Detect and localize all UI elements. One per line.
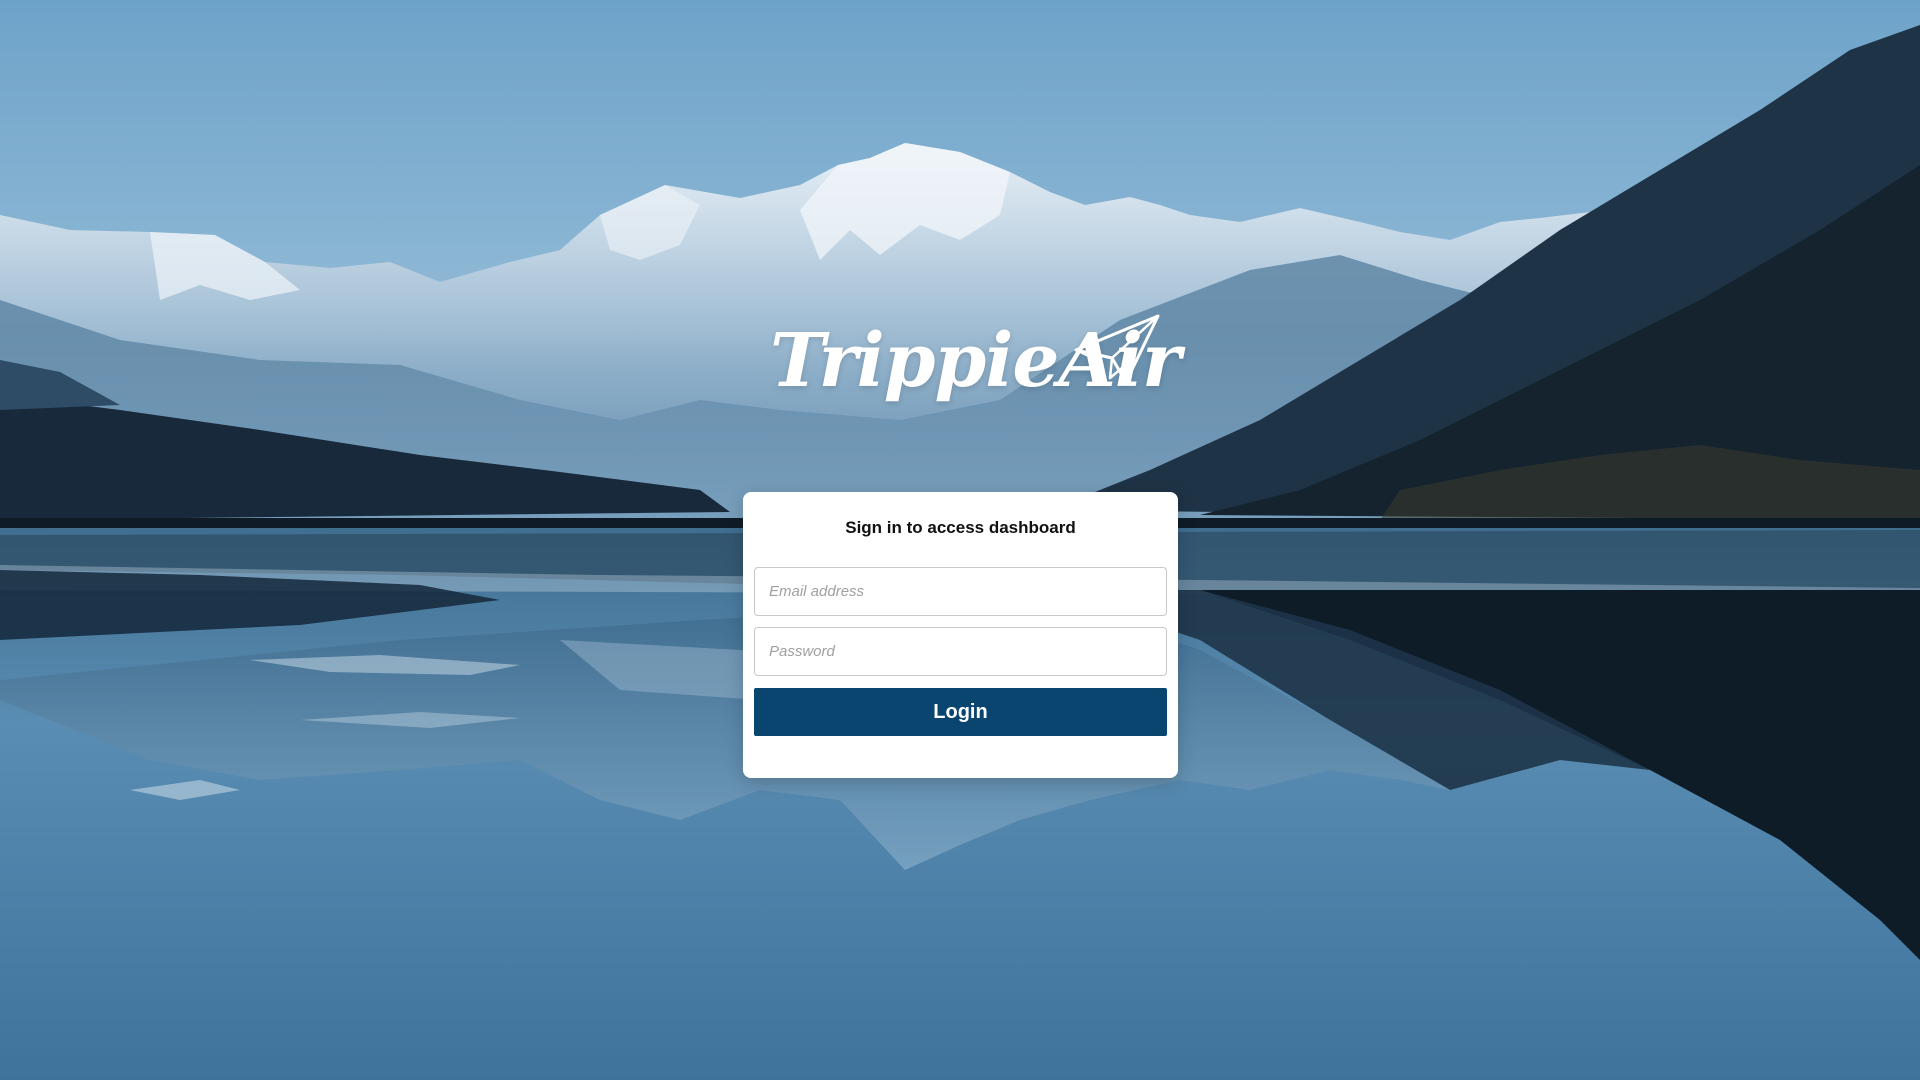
login-button[interactable]: Login (754, 688, 1167, 736)
paper-plane-icon (1074, 314, 1160, 384)
password-field[interactable] (754, 627, 1167, 676)
login-page: TrippieAir Sign in to access dashboard L… (0, 0, 1920, 1080)
brand-logo: TrippieAir (770, 312, 1181, 438)
login-card: Sign in to access dashboard Login (743, 492, 1178, 778)
login-heading: Sign in to access dashboard (845, 518, 1076, 537)
email-field[interactable] (754, 567, 1167, 616)
